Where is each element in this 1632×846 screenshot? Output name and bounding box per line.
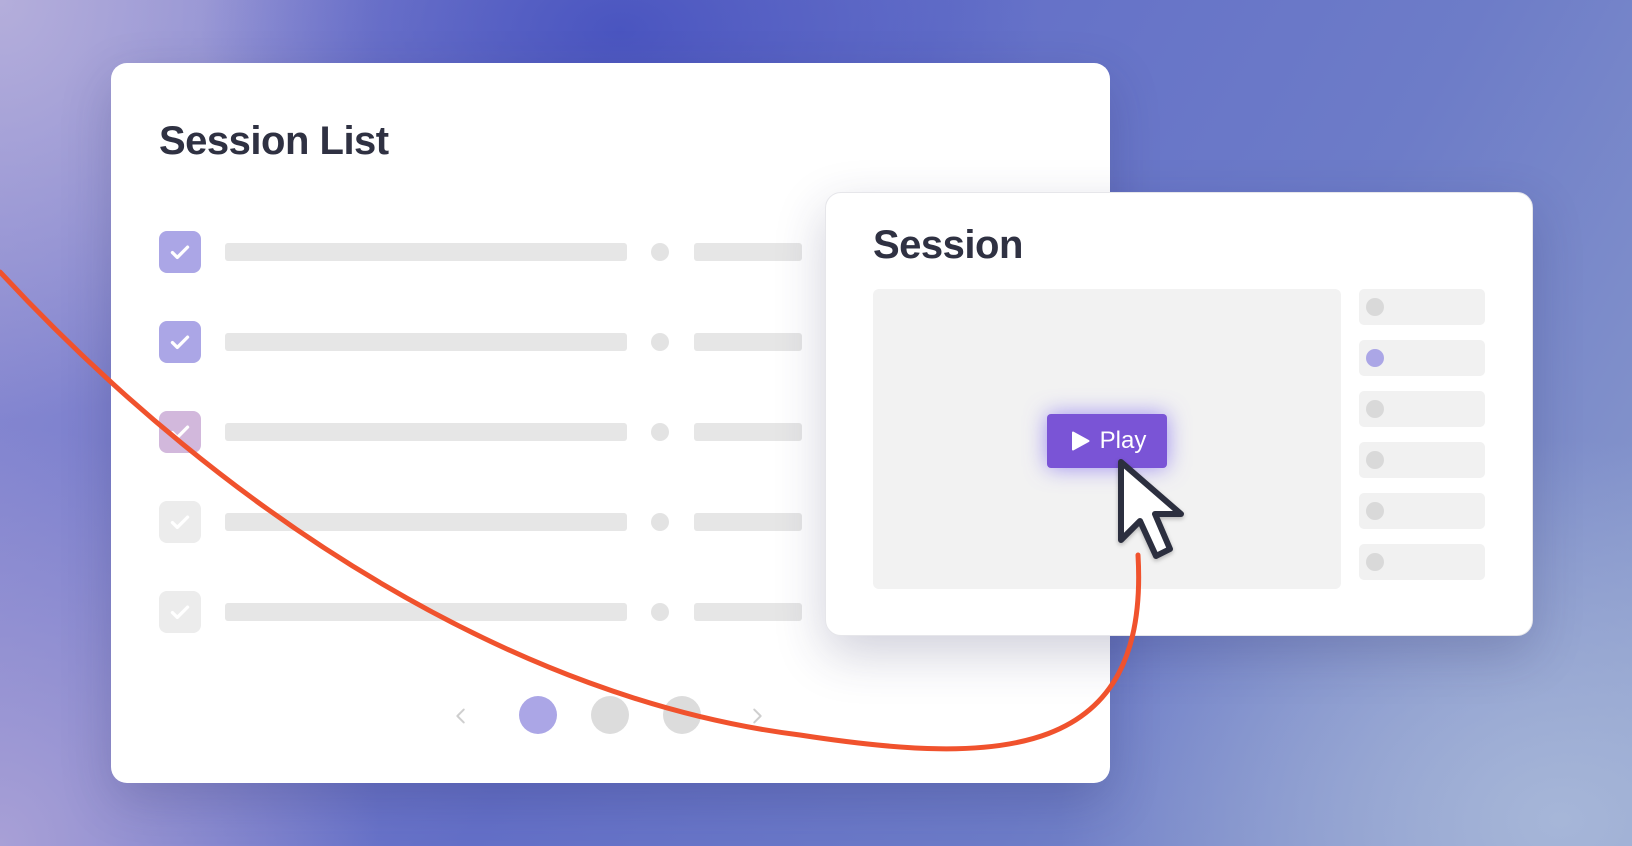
- checkmark-icon: [170, 425, 190, 440]
- play-button-label: Play: [1099, 427, 1147, 454]
- event-list-item[interactable]: [1359, 493, 1485, 529]
- checkmark-icon: [170, 245, 190, 260]
- session-checkbox[interactable]: [159, 321, 201, 363]
- session-checkbox[interactable]: [159, 231, 201, 273]
- event-dot: [1366, 451, 1384, 469]
- session-row[interactable]: [159, 321, 802, 363]
- session-name-placeholder: [225, 603, 627, 621]
- session-title: Session: [873, 223, 1023, 267]
- session-checkbox[interactable]: [159, 591, 201, 633]
- event-list-item[interactable]: [1359, 442, 1485, 478]
- status-dot: [651, 603, 669, 621]
- event-list-item[interactable]: [1359, 340, 1485, 376]
- status-dot: [651, 333, 669, 351]
- checkmark-icon: [170, 515, 190, 530]
- session-name-placeholder: [225, 333, 627, 351]
- session-list-title: Session List: [159, 119, 389, 163]
- play-button[interactable]: Play: [1047, 414, 1167, 468]
- chevron-right-icon[interactable]: [737, 696, 777, 736]
- status-dot: [651, 423, 669, 441]
- session-row[interactable]: [159, 411, 802, 453]
- page-dot-1[interactable]: [519, 696, 557, 734]
- session-meta-placeholder: [694, 333, 802, 351]
- session-name-placeholder: [225, 243, 627, 261]
- session-row[interactable]: [159, 501, 802, 543]
- event-list-item[interactable]: [1359, 544, 1485, 580]
- checkmark-icon: [170, 335, 190, 350]
- session-row[interactable]: [159, 591, 802, 633]
- session-meta-placeholder: [694, 603, 802, 621]
- play-icon: [1071, 431, 1090, 451]
- event-dot: [1366, 553, 1384, 571]
- page-dot-2[interactable]: [591, 696, 629, 734]
- event-dot: [1366, 502, 1384, 520]
- session-name-placeholder: [225, 513, 627, 531]
- status-dot: [651, 243, 669, 261]
- session-checkbox[interactable]: [159, 411, 201, 453]
- event-list-item[interactable]: [1359, 289, 1485, 325]
- event-dot: [1366, 400, 1384, 418]
- checkmark-icon: [170, 605, 190, 620]
- session-meta-placeholder: [694, 243, 802, 261]
- page-dot-3[interactable]: [663, 696, 701, 734]
- session-meta-placeholder: [694, 513, 802, 531]
- session-row[interactable]: [159, 231, 802, 273]
- session-card: Session: [825, 192, 1533, 636]
- session-name-placeholder: [225, 423, 627, 441]
- session-meta-placeholder: [694, 423, 802, 441]
- pagination: [441, 696, 891, 736]
- event-dot: [1366, 298, 1384, 316]
- status-dot: [651, 513, 669, 531]
- chevron-left-icon[interactable]: [441, 696, 481, 736]
- session-checkbox[interactable]: [159, 501, 201, 543]
- event-dot: [1366, 349, 1384, 367]
- event-list-item[interactable]: [1359, 391, 1485, 427]
